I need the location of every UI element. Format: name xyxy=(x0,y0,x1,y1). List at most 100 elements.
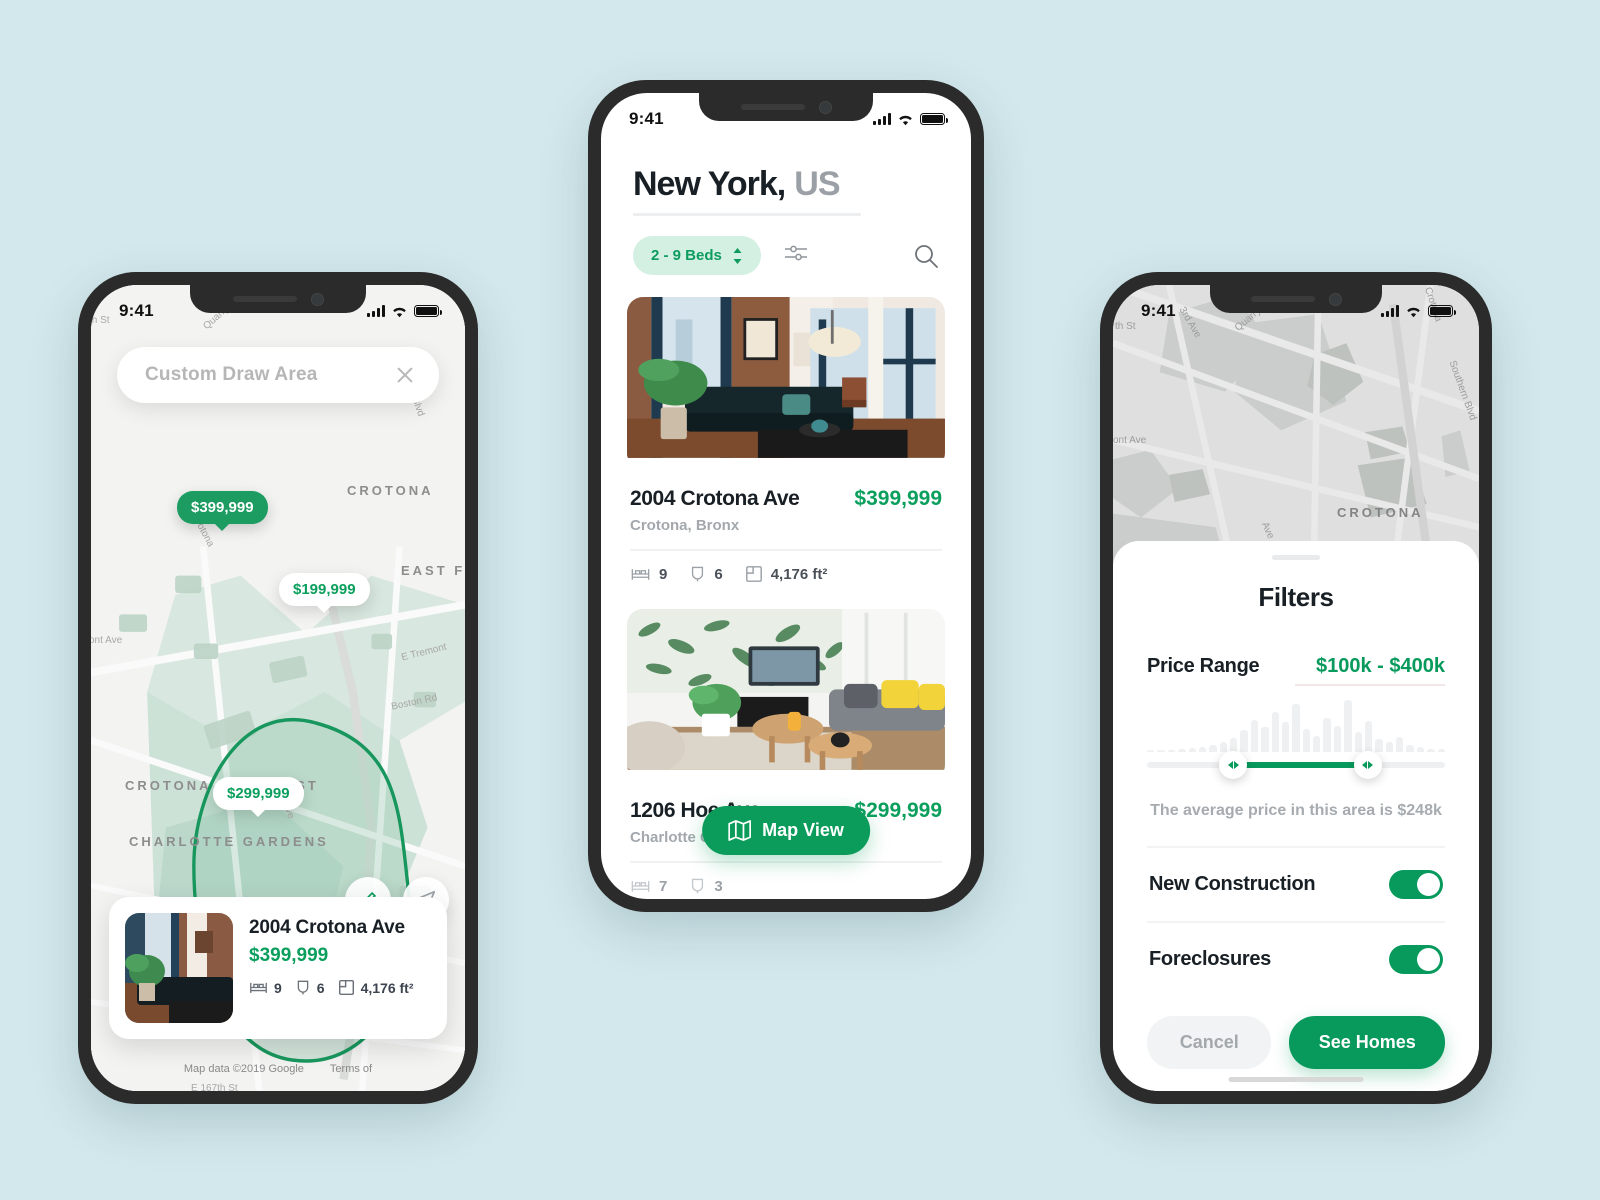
histogram-bar xyxy=(1261,726,1269,752)
histogram-bar xyxy=(1281,721,1290,752)
page-title-city: New York, xyxy=(633,165,786,203)
histogram-bar xyxy=(1178,748,1186,752)
cellular-bars-icon xyxy=(367,305,385,317)
beds-filter-chip[interactable]: 2 - 9 Beds xyxy=(633,236,761,275)
baths-count: 6 xyxy=(316,979,325,996)
slider-knob-min[interactable] xyxy=(1219,751,1248,779)
pin-price: $299,999 xyxy=(227,785,290,802)
chevron-updown-icon xyxy=(733,247,742,264)
status-icons xyxy=(1381,305,1456,318)
toggle-row-foreclosures[interactable]: Foreclosures xyxy=(1147,923,1445,996)
cancel-button[interactable]: Cancel xyxy=(1147,1016,1272,1069)
search-icon xyxy=(915,245,938,268)
loft-photo xyxy=(125,913,233,1023)
histogram-bar xyxy=(1364,721,1373,752)
status-icons xyxy=(873,113,948,126)
phone1-screen: CROTONA EAST FA CROTONA PARK EAST CHARLO… xyxy=(91,285,465,1091)
histogram-bar xyxy=(1167,749,1176,752)
bed-icon xyxy=(250,982,267,993)
new-construction-toggle[interactable] xyxy=(1389,870,1443,899)
page-title-country: US xyxy=(794,165,840,203)
slider-fill xyxy=(1233,762,1368,768)
listing-item[interactable]: 2004 Crotona Ave $399,999 Crotona, Bronx… xyxy=(627,297,945,583)
beds-spec: 9 xyxy=(630,565,667,583)
wifi-icon xyxy=(393,307,406,317)
beds-count: 9 xyxy=(659,565,668,583)
notch xyxy=(699,93,873,121)
baths-count: 6 xyxy=(714,565,723,583)
histogram-bar xyxy=(1344,700,1352,752)
bath-icon xyxy=(297,980,309,995)
baths-spec: 6 xyxy=(689,565,723,583)
price-histogram xyxy=(1147,700,1445,752)
cellular-bars-icon xyxy=(1381,305,1399,317)
area-spec: 4,176 ft² xyxy=(338,979,414,996)
listing-divider xyxy=(630,549,942,551)
map-terms-link[interactable]: Terms of xyxy=(330,1063,372,1075)
map-view-button[interactable]: Map View xyxy=(702,806,870,855)
area-value: 4,176 ft² xyxy=(360,979,414,996)
histogram-bar xyxy=(1313,735,1321,752)
wifi-icon xyxy=(899,115,912,125)
search-input[interactable]: Custom Draw Area xyxy=(145,364,317,386)
map-price-pin[interactable]: $199,999 xyxy=(279,573,370,606)
slider-knob-max[interactable] xyxy=(1353,751,1382,779)
battery-full-icon xyxy=(1428,305,1456,317)
tropical-living-room-photo xyxy=(627,609,945,770)
speaker-grill xyxy=(232,296,297,302)
phone3-screen: CROTONA th St 3rd Ave Quarry Rd Southern… xyxy=(1113,285,1479,1091)
listing-photo xyxy=(627,297,945,469)
histogram-bar xyxy=(1157,750,1165,752)
bed-icon xyxy=(631,881,650,892)
histogram-bar xyxy=(1230,737,1238,752)
foreclosures-toggle[interactable] xyxy=(1389,945,1443,974)
bath-icon xyxy=(692,878,704,894)
bath-icon xyxy=(692,566,704,582)
search-button[interactable] xyxy=(913,243,939,274)
close-icon[interactable] xyxy=(395,365,415,385)
filter-row: 2 - 9 Beds xyxy=(633,236,939,275)
toggle-row-new-construction[interactable]: New Construction xyxy=(1147,848,1445,921)
status-time: 9:41 xyxy=(119,301,154,320)
custom-draw-search-bar[interactable]: Custom Draw Area xyxy=(117,347,439,403)
property-info: 2004 Crotona Ave $399,999 9 6 4,176 ft² xyxy=(249,913,414,1023)
cellular-bars-icon xyxy=(873,113,891,125)
listing-neighborhood: Crotona, Bronx xyxy=(630,517,740,534)
area-icon xyxy=(745,566,762,582)
listing-address: 2004 Crotona Ave xyxy=(630,487,800,510)
histogram-bar xyxy=(1354,732,1362,752)
property-address: 2004 Crotona Ave xyxy=(249,917,405,938)
histogram-bar xyxy=(1406,745,1414,752)
average-price-note: The average price in this area is $248k xyxy=(1150,802,1442,819)
listing-title-row: 2004 Crotona Ave $399,999 xyxy=(627,487,945,511)
front-camera xyxy=(1328,292,1342,306)
map-folded-icon xyxy=(728,820,752,841)
histogram-bar xyxy=(1333,725,1342,752)
price-range-slider[interactable] xyxy=(1147,751,1445,779)
phone-map-draw: CROTONA EAST FA CROTONA PARK EAST CHARLO… xyxy=(78,272,478,1104)
beds-spec: 9 xyxy=(249,979,282,996)
filters-button[interactable] xyxy=(783,241,809,270)
see-homes-button[interactable]: See Homes xyxy=(1289,1016,1445,1069)
histogram-bar xyxy=(1240,730,1248,752)
histogram-bar xyxy=(1323,718,1331,752)
listing-price: $399,999 xyxy=(854,487,942,510)
sheet-grabber[interactable] xyxy=(1272,555,1320,560)
baths-spec: 3 xyxy=(689,877,723,895)
histogram-bar xyxy=(1427,748,1435,752)
speaker-grill xyxy=(1250,296,1315,302)
property-price: $399,999 xyxy=(249,945,329,966)
histogram-bar xyxy=(1385,742,1393,752)
map-price-pin[interactable]: $299,999 xyxy=(213,777,304,810)
baths-count: 3 xyxy=(714,877,723,895)
page-title: New York, US xyxy=(633,165,939,204)
area-icon xyxy=(338,979,354,996)
home-indicator xyxy=(1228,1077,1364,1082)
notch xyxy=(190,285,366,313)
histogram-bar xyxy=(1437,749,1445,752)
map-view-label: Map View xyxy=(762,820,844,840)
selected-property-card[interactable]: 2004 Crotona Ave $399,999 9 6 4,176 ft² xyxy=(109,897,447,1039)
map-price-pin-active[interactable]: $399,999 xyxy=(177,491,268,524)
toggle-label: Foreclosures xyxy=(1149,948,1272,970)
speaker-grill xyxy=(740,104,805,110)
